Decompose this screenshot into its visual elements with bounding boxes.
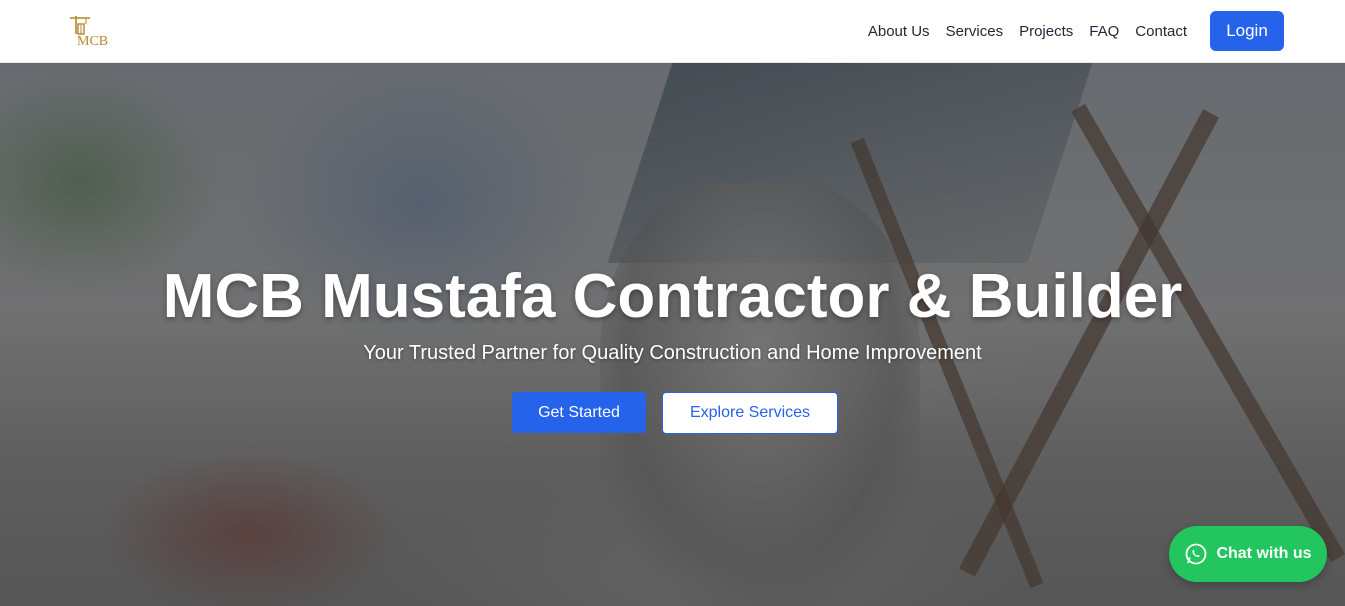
- hero-subtitle: Your Trusted Partner for Quality Constru…: [363, 342, 982, 364]
- mcb-logo[interactable]: MCB: [66, 14, 116, 50]
- nav-services[interactable]: Services: [938, 23, 1012, 40]
- explore-services-button[interactable]: Explore Services: [662, 392, 838, 434]
- navbar: MCB About Us Services Projects FAQ Conta…: [0, 0, 1345, 63]
- svg-text:MCB: MCB: [77, 34, 108, 49]
- get-started-button[interactable]: Get Started: [512, 392, 646, 433]
- nav-contact[interactable]: Contact: [1127, 23, 1195, 40]
- crane-logo-icon: MCB: [70, 16, 108, 49]
- hero-overlay: [0, 63, 1345, 606]
- nav-faq[interactable]: FAQ: [1081, 23, 1127, 40]
- nav-projects[interactable]: Projects: [1011, 23, 1081, 40]
- chat-label: Chat with us: [1216, 545, 1312, 562]
- chat-with-us-button[interactable]: Chat with us: [1169, 526, 1327, 582]
- hero-title: MCB Mustafa Contractor & Builder: [162, 262, 1183, 331]
- login-button[interactable]: Login: [1210, 11, 1284, 51]
- main-nav: About Us Services Projects FAQ Contact: [860, 0, 1195, 63]
- whatsapp-icon: [1186, 543, 1207, 565]
- nav-about-us[interactable]: About Us: [860, 23, 938, 40]
- hero-section: MCB Mustafa Contractor & Builder Your Tr…: [0, 63, 1345, 606]
